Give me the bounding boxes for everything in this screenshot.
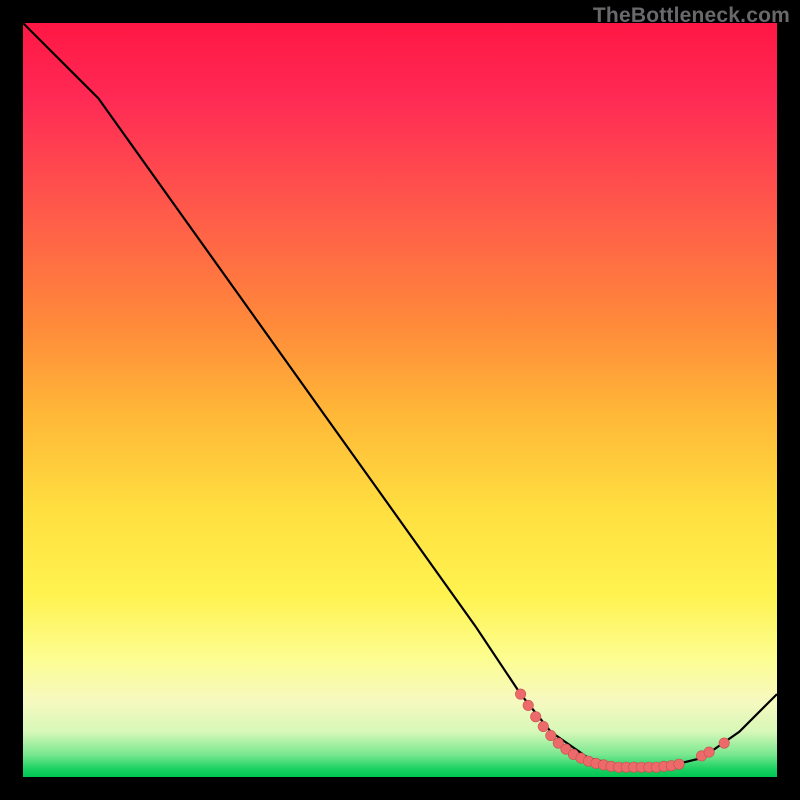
- data-point: [546, 730, 556, 740]
- chart-svg: [23, 23, 777, 777]
- data-point: [719, 738, 729, 748]
- data-point: [704, 747, 714, 757]
- plot-area: [23, 23, 777, 777]
- data-point: [515, 689, 525, 699]
- data-point: [531, 712, 541, 722]
- bottleneck-curve: [23, 23, 777, 767]
- data-point: [674, 759, 684, 769]
- data-point: [538, 721, 548, 731]
- chart-frame: TheBottleneck.com: [0, 0, 800, 800]
- data-point: [523, 700, 533, 710]
- watermark-label: TheBottleneck.com: [593, 4, 790, 28]
